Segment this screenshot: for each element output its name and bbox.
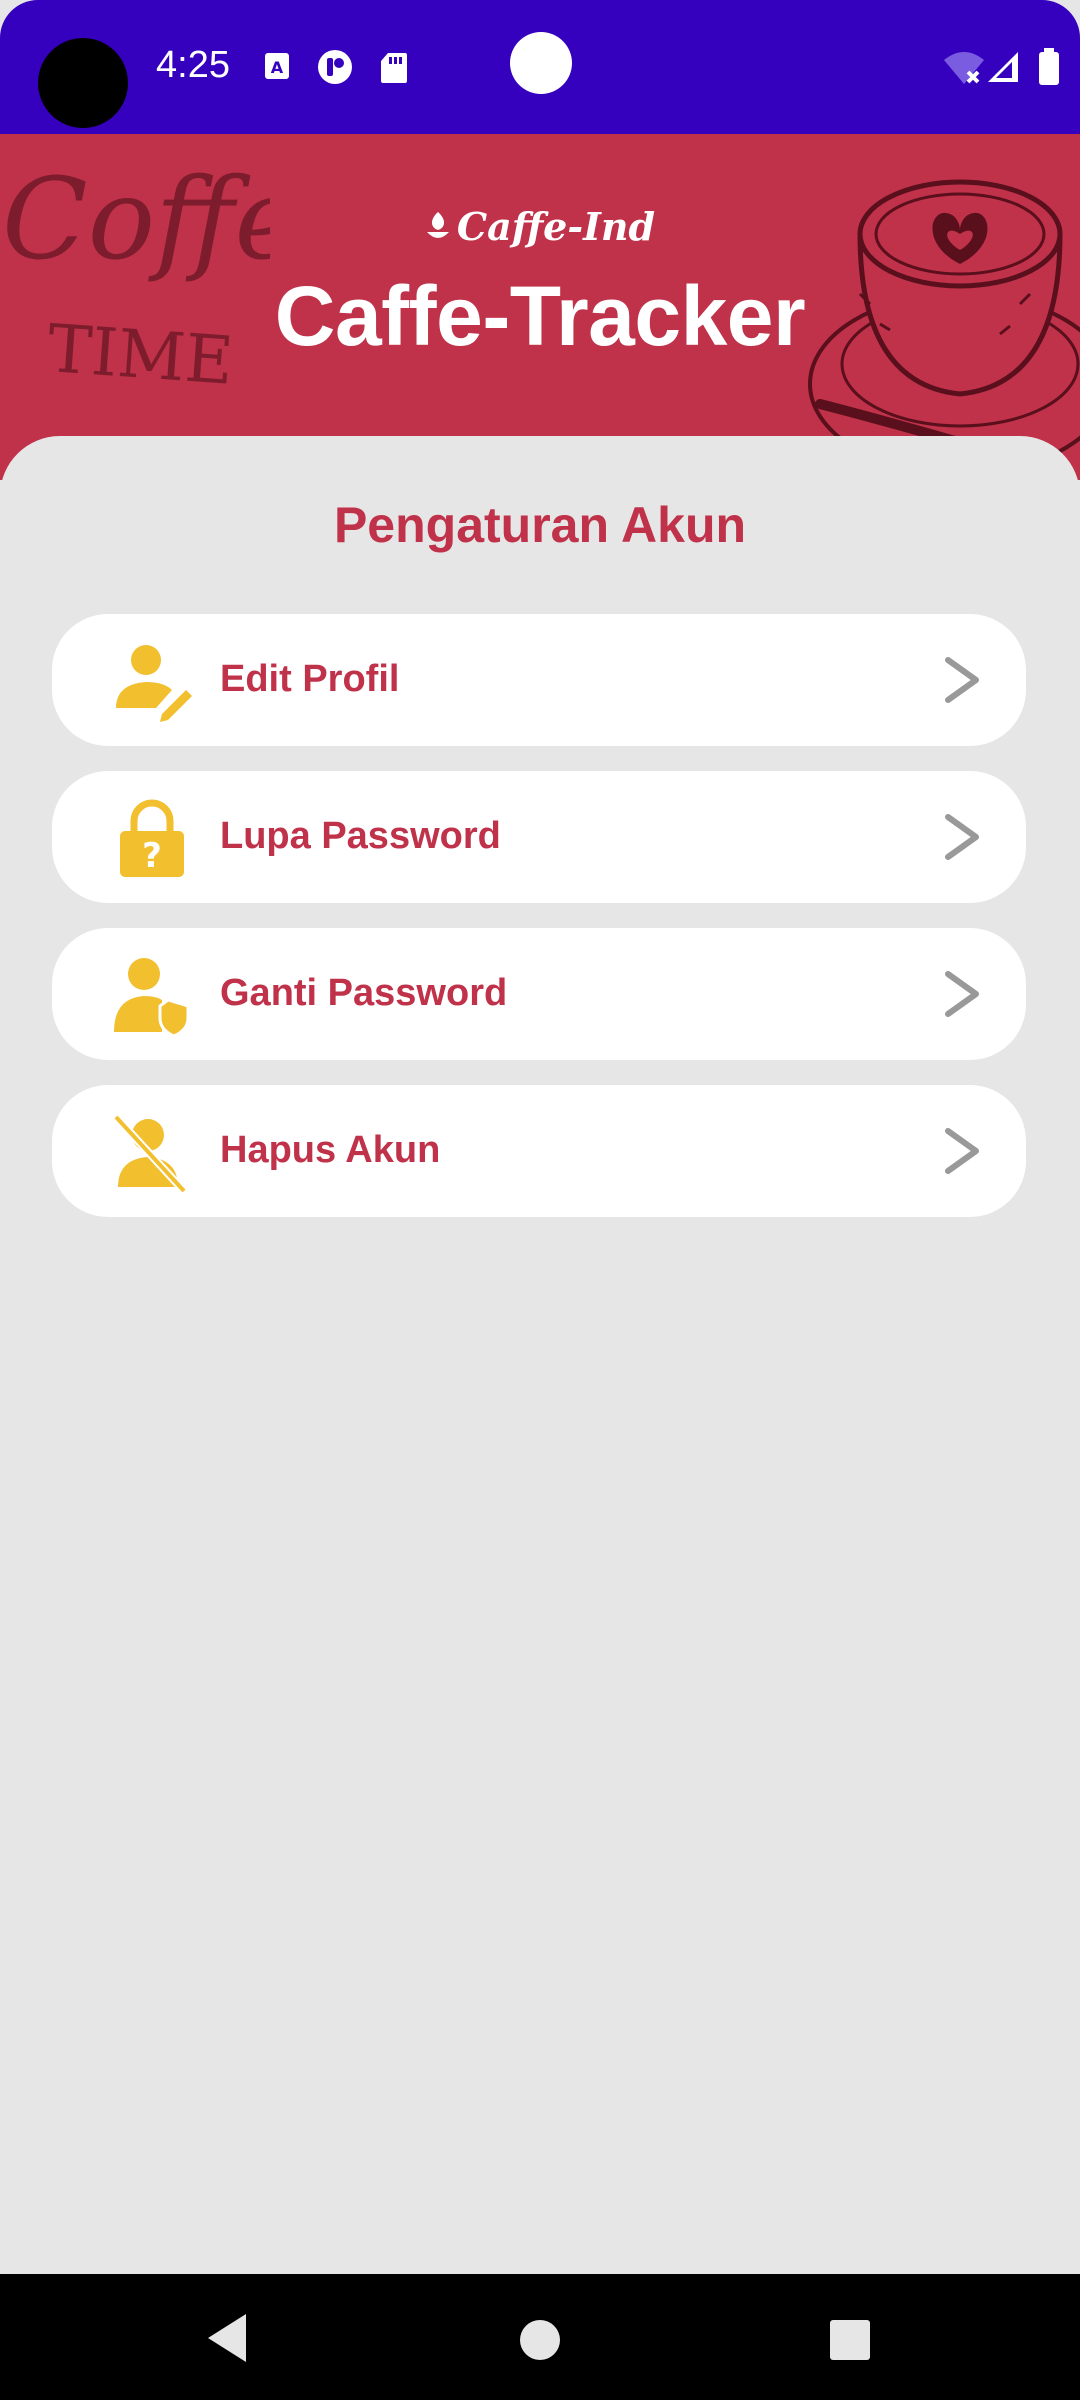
menu-item-delete-account[interactable]: Hapus Akun	[52, 1085, 1026, 1217]
menu-label-forgot-password: Lupa Password	[220, 815, 501, 857]
wifi-off-icon	[944, 52, 984, 84]
menu-label-edit-profile: Edit Profil	[220, 658, 400, 700]
chevron-right-icon	[945, 1128, 979, 1174]
settings-panel: Pengaturan Akun Edit Profil ? Lupa Passw…	[0, 436, 1080, 2274]
person-edit-icon	[116, 645, 192, 722]
person-shield-icon	[114, 958, 190, 1036]
chevron-right-icon	[945, 657, 979, 703]
menu-label-delete-account: Hapus Akun	[220, 1129, 441, 1171]
chevron-right-icon	[945, 814, 979, 860]
app-header: Coffee TIME Caffe-Ind Caffe-Tracker	[0, 134, 1080, 480]
camera-cutout	[38, 38, 128, 128]
svg-text:?: ?	[142, 836, 162, 876]
a-badge-icon: A	[265, 53, 289, 79]
signal-icon	[988, 52, 1018, 82]
lock-question-icon: ?	[120, 799, 184, 877]
recents-button[interactable]	[828, 2318, 872, 2362]
battery-icon	[1039, 48, 1059, 85]
person-off-icon	[113, 1114, 187, 1193]
brand-name: Caffe-Ind	[456, 204, 656, 249]
app-title: Caffe-Tracker	[274, 269, 806, 363]
sd-card-icon	[381, 53, 407, 83]
svg-text:A: A	[271, 58, 284, 77]
menu-label-change-password: Ganti Password	[220, 972, 508, 1014]
navigation-bar	[0, 2274, 1080, 2400]
menu-item-change-password[interactable]: Ganti Password	[52, 928, 1026, 1060]
status-bar: 4:25 A	[0, 0, 1080, 134]
cast-icon	[318, 50, 352, 84]
status-time: 4:25	[156, 44, 230, 86]
menu-item-edit-profile[interactable]: Edit Profil	[52, 614, 1026, 746]
chevron-right-icon	[945, 971, 979, 1017]
app-screen: 4:25 A Coff TIME Caffe-Ind Caffe-Tracker…	[0, 0, 1080, 2400]
page-title: Pengaturan Akun	[333, 497, 747, 553]
menu-item-forgot-password[interactable]: ? Lupa Password	[52, 771, 1026, 903]
home-button[interactable]	[518, 2318, 562, 2362]
brand-logo: Caffe-Ind	[0, 204, 1080, 249]
front-camera-dot	[510, 32, 572, 94]
back-button[interactable]	[202, 2310, 252, 2366]
coffee-leaf-icon	[426, 212, 449, 238]
